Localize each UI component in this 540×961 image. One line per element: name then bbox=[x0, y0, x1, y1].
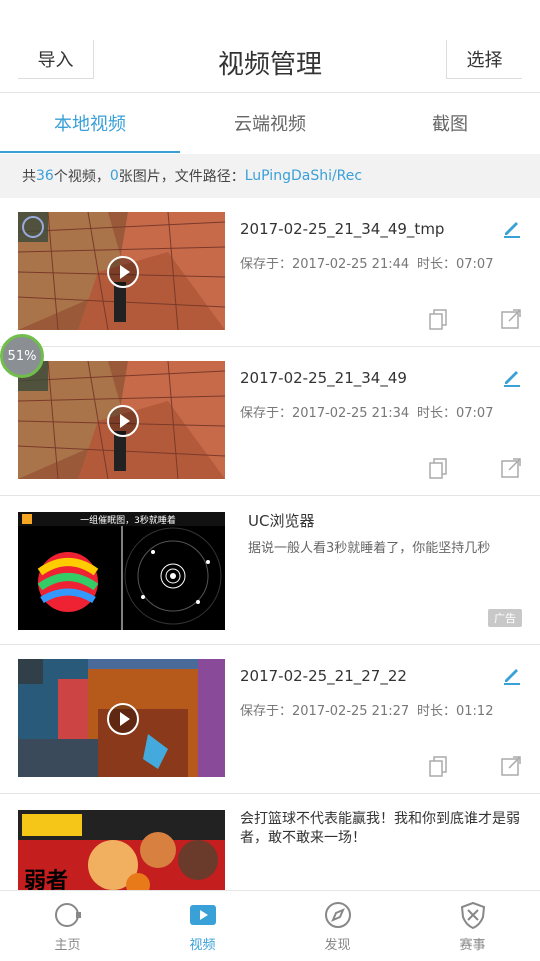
ad-banner-image[interactable]: 弱者 bbox=[18, 810, 225, 890]
ad-banner-image[interactable]: 一组催眠图，3秒就睡着 bbox=[18, 512, 225, 630]
video-item[interactable]: 2017-02-25_21_27_22 保存于：2017-02-25 21:27… bbox=[0, 645, 540, 794]
video-thumbnail[interactable] bbox=[18, 361, 225, 479]
ad-item[interactable]: 弱者 会打篮球不代表能赢我！我和你到底谁才是弱者，敢不敢来一场！ bbox=[0, 794, 540, 890]
tab-cloud-videos[interactable]: 云端视频 bbox=[180, 93, 360, 153]
share-icon[interactable] bbox=[500, 755, 522, 777]
edit-icon[interactable] bbox=[502, 665, 522, 685]
copy-icon[interactable] bbox=[428, 457, 450, 479]
video-name: 2017-02-25_21_34_49_tmp bbox=[240, 220, 445, 238]
play-icon[interactable] bbox=[106, 405, 139, 437]
shield-icon bbox=[460, 901, 485, 929]
info-mid1: 个视频， bbox=[53, 169, 110, 185]
video-item[interactable]: 2017-02-25_21_34_49 保存于：2017-02-25 21:34… bbox=[0, 347, 540, 496]
info-prefix: 共 bbox=[22, 169, 36, 185]
home-icon bbox=[54, 902, 81, 927]
tab-local-videos[interactable]: 本地视频 bbox=[0, 93, 180, 153]
video-saved-time: 保存于：2017-02-25 21:44 bbox=[240, 257, 410, 272]
file-path[interactable]: LuPingDaShi/Rec bbox=[245, 168, 362, 184]
ad-description: 会打篮球不代表能赢我！我和你到底谁才是弱者，敢不敢来一场！ bbox=[240, 811, 520, 846]
share-icon[interactable] bbox=[500, 457, 522, 479]
ad-banner-text: 一组催眠图，3秒就睡着 bbox=[80, 514, 176, 526]
video-saved-time: 保存于：2017-02-25 21:34 bbox=[240, 406, 410, 421]
ad-description: 据说一般人看3秒就睡着了，你能坚持几秒 bbox=[248, 541, 491, 556]
select-button[interactable]: 选择 bbox=[446, 40, 522, 79]
nav-discover[interactable]: 发现 bbox=[270, 891, 405, 961]
nav-discover-label: 发现 bbox=[324, 937, 351, 953]
video-duration: 时长：07:07 bbox=[417, 257, 494, 272]
info-mid2: 张图片，文件路径： bbox=[118, 169, 245, 185]
storage-info-bar: 共 36 个视频， 0 张图片，文件路径： LuPingDaShi/Rec bbox=[0, 154, 540, 198]
video-list: 2017-02-25_21_34_49_tmp 保存于：2017-02-25 2… bbox=[0, 198, 540, 890]
video-name: 2017-02-25_21_27_22 bbox=[240, 667, 407, 685]
ad-item[interactable]: 一组催眠图，3秒就睡着 UC浏览器 据说一般人看3秒就睡着了，你能坚持几秒 广告 bbox=[0, 496, 540, 645]
video-item[interactable]: 2017-02-25_21_34_49_tmp 保存于：2017-02-25 2… bbox=[0, 198, 540, 347]
nav-video-label: 视频 bbox=[189, 937, 216, 953]
top-bar: 导入 视频管理 选择 bbox=[0, 0, 540, 93]
nav-home[interactable]: 主页 bbox=[0, 891, 135, 961]
bottom-navigation: 主页 视频 发现 赛事 bbox=[0, 890, 540, 961]
nav-home-label: 主页 bbox=[54, 937, 81, 953]
video-name: 2017-02-25_21_34_49 bbox=[240, 369, 407, 387]
image-count: 0 bbox=[109, 168, 119, 184]
nav-events-label: 赛事 bbox=[459, 937, 486, 953]
video-thumbnail[interactable] bbox=[18, 212, 225, 330]
ad-title: UC浏览器 bbox=[248, 512, 315, 530]
progress-badge[interactable]: 51% bbox=[0, 334, 44, 378]
video-thumbnail[interactable] bbox=[18, 659, 225, 777]
nav-video[interactable]: 视频 bbox=[135, 891, 270, 961]
tab-screenshots[interactable]: 截图 bbox=[360, 93, 540, 153]
play-icon[interactable] bbox=[106, 703, 139, 735]
video-duration: 时长：07:07 bbox=[417, 406, 494, 421]
video-icon bbox=[189, 904, 216, 925]
ad-banner-text: 弱者 bbox=[24, 869, 68, 890]
compass-icon bbox=[324, 901, 351, 928]
tab-bar: 本地视频 云端视频 截图 bbox=[0, 93, 540, 153]
copy-icon[interactable] bbox=[428, 308, 450, 330]
copy-icon[interactable] bbox=[428, 755, 450, 777]
video-duration: 时长：01:12 bbox=[417, 704, 494, 719]
share-icon[interactable] bbox=[500, 308, 522, 330]
edit-icon[interactable] bbox=[502, 218, 522, 238]
nav-events[interactable]: 赛事 bbox=[405, 891, 540, 961]
edit-icon[interactable] bbox=[502, 367, 522, 387]
ad-badge: 广告 bbox=[488, 609, 522, 627]
play-icon[interactable] bbox=[106, 256, 139, 288]
video-saved-time: 保存于：2017-02-25 21:27 bbox=[240, 704, 410, 719]
video-count: 36 bbox=[36, 168, 54, 184]
